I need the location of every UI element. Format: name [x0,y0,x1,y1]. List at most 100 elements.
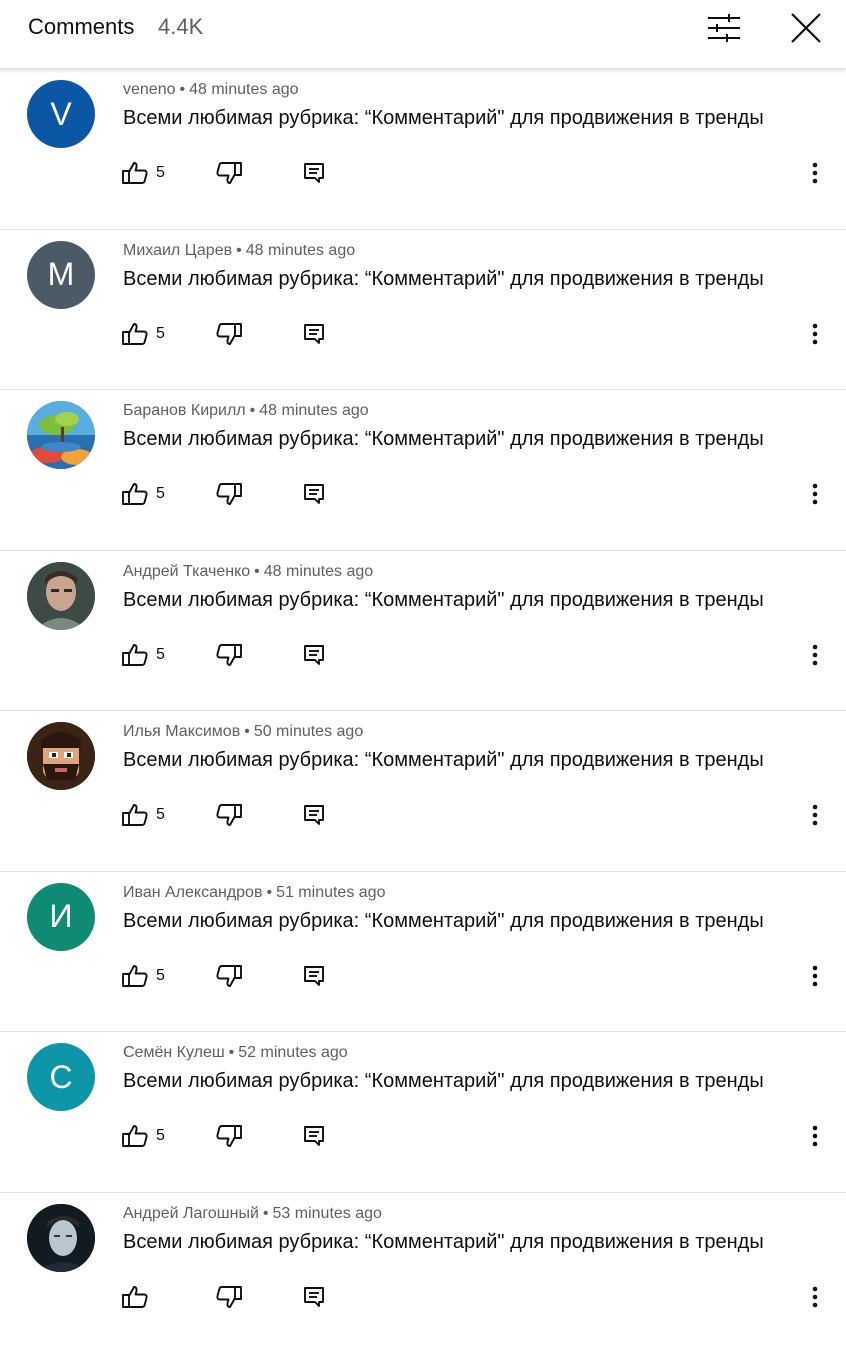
more-options-button[interactable] [804,157,826,189]
more-options-button[interactable] [804,639,826,671]
avatar[interactable] [27,722,95,790]
dislike-button[interactable] [216,799,242,831]
like-button[interactable]: 5 [122,960,165,992]
thumbs-up-icon [122,482,148,506]
comment-actions: 5 [120,478,820,510]
separator-dot: • [250,402,256,419]
comment-text: Всеми любимая рубрика: “Комментарий" для… [123,268,764,291]
thumbs-up-icon [122,1285,148,1309]
more-vertical-icon [812,804,818,826]
dislike-button[interactable] [216,639,242,671]
comment-author[interactable]: Иван Александров [123,884,262,901]
comment-author[interactable]: Баранов Кирилл [123,402,246,419]
like-button[interactable]: 5 [122,639,165,671]
more-vertical-icon [812,965,818,987]
like-button[interactable]: 5 [122,478,165,510]
avatar[interactable] [27,562,95,630]
filter-icon [707,13,741,43]
like-button[interactable]: 5 [122,318,165,350]
more-options-button[interactable] [804,960,826,992]
thumbs-down-icon [216,1285,242,1309]
dislike-button[interactable] [216,960,242,992]
dislike-button[interactable] [216,478,242,510]
like-count: 5 [156,967,165,985]
comment-author[interactable]: Илья Максимов [123,723,240,740]
separator-dot: • [263,1205,269,1222]
comment-actions: 5 [120,799,820,831]
comment-actions: 5 [120,318,820,350]
thumbs-up-icon [122,161,148,185]
avatar[interactable]: M [27,241,95,309]
comment-list: V veneno • 48 minutes ago Всеми любимая ру… [0,69,846,1353]
comment-text: Всеми любимая рубрика: “Комментарий" для… [123,589,764,612]
like-button[interactable] [122,1281,156,1313]
avatar[interactable]: И [27,883,95,951]
dislike-button[interactable] [216,1281,242,1313]
close-button[interactable] [782,8,830,48]
like-count: 5 [156,325,165,343]
reply-button[interactable] [303,799,325,831]
comment-item: Илья Максимов•50 minutes ago Всеми любим… [0,711,846,872]
more-options-button[interactable] [804,1120,826,1152]
comment-item: M Михаил Царев•48 minutes ago Всеми люби… [0,230,846,391]
reply-button[interactable] [303,478,325,510]
avatar-letter: M [48,256,75,293]
comment-item: Андрей Лагошный•53 minutes ago Всеми люб… [0,1193,846,1353]
like-count: 5 [156,646,165,664]
comment-text: Всеми любимая рубрика: “Комментарий" для… [123,428,764,451]
comment-text: Всеми любимая рубрика: “Комментарий" для… [123,1231,764,1254]
avatar[interactable]: V [27,80,95,148]
avatar[interactable] [27,1204,95,1272]
thumbs-down-icon [216,161,242,185]
more-vertical-icon [812,1125,818,1147]
more-options-button[interactable] [804,799,826,831]
comment-time: 48 minutes ago [189,81,298,98]
reply-icon [303,965,325,987]
reply-button[interactable] [303,639,325,671]
comment-time: 48 minutes ago [264,563,373,580]
separator-dot: • [244,723,250,740]
separator-dot: • [266,884,272,901]
reply-button[interactable] [303,318,325,350]
comment-author[interactable]: Семён Кулеш [123,1044,225,1061]
avatar[interactable] [27,401,95,469]
more-vertical-icon [812,323,818,345]
comments-count: 4.4K [158,14,203,40]
reply-button[interactable] [303,157,325,189]
comment-item: V veneno•48 minutes ago Всеми любимая ру… [0,69,846,230]
avatar-letter: V [50,96,71,133]
more-vertical-icon [812,483,818,505]
like-button[interactable]: 5 [122,799,165,831]
comment-actions: 5 [120,960,820,992]
filter-button[interactable] [700,8,748,48]
comment-meta: Баранов Кирилл•48 minutes ago [123,402,369,420]
comment-author[interactable]: Андрей Ткаченко [123,563,250,580]
comment-meta: Михаил Царев•48 minutes ago [123,242,355,260]
thumbs-down-icon [216,1124,242,1148]
comment-author[interactable]: veneno [123,81,176,98]
comment-time: 53 minutes ago [273,1205,382,1222]
avatar-image [27,722,95,790]
more-options-button[interactable] [804,318,826,350]
more-options-button[interactable] [804,1281,826,1313]
comment-time: 52 minutes ago [238,1044,347,1061]
reply-button[interactable] [303,1281,325,1313]
reply-button[interactable] [303,1120,325,1152]
avatar-letter: И [50,898,73,935]
avatar-letter: С [49,1059,72,1096]
more-vertical-icon [812,1286,818,1308]
more-options-button[interactable] [804,478,826,510]
reply-icon [303,804,325,826]
like-button[interactable]: 5 [122,157,165,189]
dislike-button[interactable] [216,157,242,189]
dislike-button[interactable] [216,318,242,350]
comment-actions: 5 [120,157,820,189]
comment-author[interactable]: Андрей Лагошный [123,1205,259,1222]
dislike-button[interactable] [216,1120,242,1152]
comment-author[interactable]: Михаил Царев [123,242,232,259]
reply-button[interactable] [303,960,325,992]
reply-icon [303,644,325,666]
like-button[interactable]: 5 [122,1120,165,1152]
avatar[interactable]: С [27,1043,95,1111]
comment-meta: Андрей Лагошный•53 minutes ago [123,1205,382,1223]
